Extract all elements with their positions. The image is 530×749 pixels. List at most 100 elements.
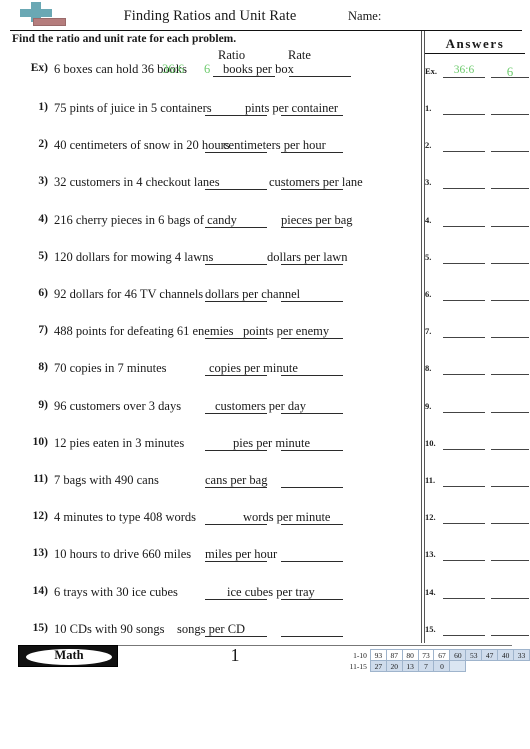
score-cell[interactable]: 33 [513,649,530,661]
score-table: 1-10 93 87 80 73 67 60 53 47 40 33 11-15 27 20 13 7 0 [345,649,530,672]
example-answer-area: 6 books per box [204,62,420,80]
answers-heading: Answers [425,36,525,54]
answer-rate-blank[interactable] [491,560,529,562]
problem-number: 14) [32,584,48,597]
problem-text: 12 pies eaten in 3 minutes [54,435,185,450]
answer-label: 7. [425,326,432,337]
unit-caption: customers per day [215,398,306,413]
answer-rate-blank[interactable] [491,151,529,153]
answer-rate-blank[interactable] [491,374,529,376]
ratio-blank[interactable] [205,189,267,191]
score-cell[interactable]: 87 [385,649,403,661]
problem-number: 9) [38,398,48,411]
answer-rate-blank[interactable] [491,114,529,115]
answer-rate-blank[interactable] [491,634,529,636]
problem-row: 10) 12 pies eaten in 3 minutes pies per mi… [0,436,420,472]
score-cell[interactable]: 67 [433,649,451,661]
answer-rate-blank[interactable] [491,411,529,413]
math-badge-label: Math [54,648,84,662]
answer-rate-blank[interactable] [491,523,529,525]
score-cell-spacer [514,661,530,672]
answer-ratio-blank[interactable] [443,560,485,562]
problem-text: 6 trays with 30 ice cubes [54,584,178,599]
answer-ratio-blank[interactable] [443,151,485,153]
score-cell[interactable]: 0 [433,660,451,672]
answer-rate-blank[interactable] [491,597,529,599]
answer-label: 9. [425,400,432,411]
score-cell-spacer [482,661,498,672]
score-cell[interactable]: 40 [497,649,515,661]
problem-text: 92 dollars for 46 TV channels [54,287,204,301]
answer-ratio-blank[interactable] [443,300,485,301]
problem-row: 11) 7 bags with 490 cans cans per bag [0,473,420,509]
answer-row: 1. [425,102,530,116]
score-row: 11-15 27 20 13 7 0 [345,660,530,672]
answer-ratio-blank[interactable] [443,374,485,376]
answer-ratio-blank[interactable] [443,114,485,115]
unit-caption: pies per minute [233,435,311,450]
score-cell[interactable]: 73 [417,649,435,661]
score-cell[interactable]: 93 [369,649,387,661]
answer-ratio-blank[interactable] [443,448,485,450]
answer-example-ratio-value: 36:6 [453,64,475,76]
score-cell[interactable]: 47 [481,649,499,661]
score-cell[interactable]: 13 [401,660,419,672]
rate-blank[interactable] [281,635,343,637]
score-cell[interactable]: 27 [369,660,387,672]
score-cell[interactable]: 20 [385,660,403,672]
unit-caption: points per enemy [243,324,330,339]
rate-column-heading: Rate [288,48,311,62]
answer-ratio-blank[interactable] [443,337,485,339]
answer-area: customers per day [205,399,420,417]
score-cell[interactable]: 60 [449,649,467,661]
answer-ratio-blank[interactable] [443,523,485,525]
answer-row: 5. [425,251,530,265]
ratio-blank[interactable] [205,226,267,228]
answer-row: 13. [425,548,530,562]
answer-area: pieces per bag [205,213,420,231]
answer-ratio-blank[interactable] [443,486,485,487]
answer-row: 9. [425,400,530,414]
rate-blank[interactable] [281,561,343,563]
answer-label: 12. [425,512,436,523]
answer-rate-blank[interactable] [491,225,529,227]
answer-ratio-blank[interactable] [443,597,485,599]
problem-text: 70 copies in 7 minutes [54,361,167,376]
answer-rate-blank[interactable] [491,262,529,264]
problem-text: 10 CDs with 90 songs [54,621,165,636]
problem-number: 11) [33,473,48,485]
score-cell[interactable]: 53 [465,649,483,661]
answer-label: 2. [425,140,432,151]
score-cell[interactable]: 80 [401,649,419,661]
answer-row: 14. [425,586,530,600]
answer-ratio-blank[interactable] [443,225,485,227]
answer-rate-blank[interactable] [491,448,529,450]
answer-row: 12. [425,511,530,525]
answer-ratio-blank[interactable] [443,188,485,190]
page-header: Finding Ratios and Unit Rate Name: [0,0,530,32]
answer-ratio-blank[interactable] [443,77,485,78]
answer-row-example: Ex. 36:6 6 [425,64,530,79]
unit-caption: centimeters per hour [223,138,326,153]
rate-blank[interactable] [281,487,343,488]
score-cell-empty[interactable] [449,660,467,672]
answer-area: copies per minute [205,361,420,379]
answer-rate-blank[interactable] [491,77,529,78]
answer-rate-blank[interactable] [491,300,529,301]
answer-ratio-blank[interactable] [443,411,485,413]
score-grid: 1-10 93 87 80 73 67 60 53 47 40 33 11-15 27 20 13 7 0 [345,649,530,672]
answer-area: cans per bag [205,473,420,491]
unit-caption: dollars per channel [205,287,301,301]
example-rate-blank[interactable] [289,76,351,77]
answer-rate-blank[interactable] [491,188,529,190]
answer-area: dollars per channel [205,287,420,305]
answer-rate-blank[interactable] [491,486,529,487]
score-cell[interactable]: 7 [417,660,435,672]
answer-label: Ex. [425,66,438,76]
answer-ratio-blank[interactable] [443,634,485,636]
problem-text: 7 bags with 490 cans [54,473,159,487]
answer-ratio-blank[interactable] [443,262,485,264]
ratio-blank[interactable] [205,263,267,265]
unit-caption: customers per lane [269,175,363,190]
answer-rate-blank[interactable] [491,337,529,339]
